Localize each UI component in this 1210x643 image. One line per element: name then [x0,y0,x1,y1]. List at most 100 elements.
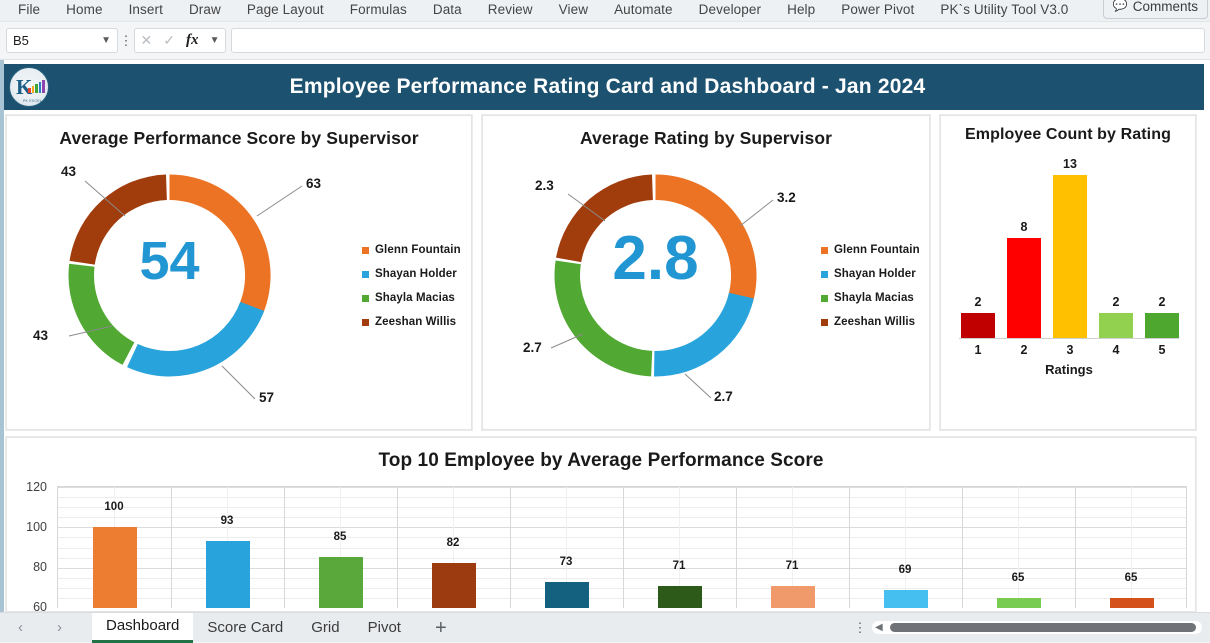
bar-value: 8 [1007,220,1041,234]
ribbon-tab-data[interactable]: Data [420,0,475,19]
ribbon-tab-view[interactable]: View [546,0,601,19]
top10-bar-2 [206,541,250,608]
bar-rect [961,313,995,338]
legend-item: Shayla Macias [821,292,920,304]
legend-swatch-icon [821,247,828,254]
ribbon-tab-bar: File Home Insert Draw Page Layout Formul… [0,0,1210,22]
donut1-label-shayan: 57 [259,390,274,405]
sheet-left-edge [0,60,4,612]
bar-rect [1053,175,1087,338]
add-sheet-button[interactable]: + [415,615,467,641]
comments-button[interactable]: 💬 Comments [1103,0,1208,19]
x-axis-label-ratings: Ratings [955,362,1183,377]
scrollbar-thumb[interactable] [890,623,1196,632]
legend-item: Shayan Holder [821,268,920,280]
legend-item: Shayla Macias [362,292,461,304]
sheet-nav-arrows: ‹ › [0,619,92,636]
chart-title-avg-rating: Average Rating by Supervisor [483,128,929,149]
triangle-left-icon[interactable]: ◀ [875,622,883,633]
ribbon-tab-automate[interactable]: Automate [601,0,686,19]
ribbon-tab-developer[interactable]: Developer [686,0,774,19]
top10-bar-9 [997,598,1041,608]
x-tick-5: 5 [1145,343,1179,357]
ribbon-tab-pk-utility-tool[interactable]: PK`s Utility Tool V3.0 [927,0,1081,19]
top10-value-3: 85 [318,531,362,543]
worksheet-canvas: K PK EXCEL Employee Performance Rating C… [0,60,1210,612]
x-tick-3: 3 [1053,343,1087,357]
top10-bar-1 [93,527,137,608]
horizontal-scrollbar[interactable]: ◀ [872,621,1202,634]
donut2-label-shayan: 2.7 [714,389,733,404]
chevron-down-icon[interactable]: ▼ [101,35,111,46]
chevron-left-icon[interactable]: ‹ [18,619,23,636]
panel-avg-performance-score: Average Performance Score by Supervisor … [6,115,472,430]
y-tick-80: 80 [7,560,47,574]
legend-avg-performance-score: Glenn Fountain Shayan Holder Shayla Maci… [362,244,461,340]
panel-avg-rating: Average Rating by Supervisor 2.8 [482,115,930,430]
donut2-label-glenn: 3.2 [777,190,796,205]
donut2-label-zeeshan: 2.3 [535,178,554,193]
vertical-dots-icon[interactable]: ⋮ [848,623,872,632]
ribbon-tab-file[interactable]: File [14,0,53,19]
legend-item: Shayan Holder [362,268,461,280]
top10-value-1: 100 [92,501,136,513]
top10-value-7: 71 [770,560,814,572]
ribbon-tab-page-layout[interactable]: Page Layout [234,0,337,19]
legend-swatch-icon [821,271,828,278]
top10-value-6: 71 [657,560,701,572]
formula-bar: B5 ▼ ⋮ ✕ ✓ fx ▼ [0,22,1210,60]
name-box[interactable]: B5 ▼ [6,28,118,53]
x-tick-4: 4 [1099,343,1133,357]
y-tick-100: 100 [7,520,47,534]
legend-swatch-icon [821,319,828,326]
ribbon-tab-draw[interactable]: Draw [176,0,234,19]
top10-value-8: 69 [883,564,927,576]
legend-item: Zeeshan Willis [821,316,920,328]
vertical-dots-icon[interactable]: ⋮ [118,36,134,45]
formula-action-group: ✕ ✓ fx ▼ [134,28,226,53]
donut1-label-shayla: 43 [33,328,48,343]
legend-swatch-icon [362,247,369,254]
top10-value-10: 65 [1109,572,1153,584]
insert-function-icon[interactable]: fx [186,32,199,49]
x-tick-2: 2 [1007,343,1041,357]
x-tick-1: 1 [961,343,995,357]
chevron-down-icon[interactable]: ▼ [210,35,220,46]
legend-swatch-icon [362,319,369,326]
ribbon-tab-help[interactable]: Help [774,0,828,19]
ribbon-tab-insert[interactable]: Insert [116,0,176,19]
panel-top10-employee: Top 10 Employee by Average Performance S… [6,437,1196,612]
ribbon-tab-formulas[interactable]: Formulas [337,0,420,19]
ribbon-tab-power-pivot[interactable]: Power Pivot [828,0,927,19]
legend-label: Zeeshan Willis [375,316,456,328]
y-tick-120: 120 [7,480,47,494]
bar-chart-top10 [57,486,1187,608]
top10-value-4: 82 [431,537,475,549]
enter-icon[interactable]: ✓ [163,32,175,49]
legend-label: Shayan Holder [834,268,916,280]
ribbon-tab-review[interactable]: Review [475,0,546,19]
chevron-right-icon[interactable]: › [57,619,62,636]
top10-bar-8 [884,590,928,608]
cancel-icon[interactable]: ✕ [141,32,153,49]
legend-avg-rating: Glenn Fountain Shayan Holder Shayla Maci… [821,244,920,340]
sheet-tab-grid[interactable]: Grid [297,614,353,642]
sheet-tab-bar: ‹ › Dashboard Score Card Grid Pivot + ⋮ … [0,612,1210,642]
top10-bar-10 [1110,598,1154,608]
bar-rect [1007,238,1041,338]
donut-avg-rating: 2.8 [538,158,773,393]
sheet-tab-pivot[interactable]: Pivot [354,614,415,642]
top10-bar-4 [432,563,476,608]
legend-swatch-icon [821,295,828,302]
name-box-value: B5 [13,33,29,48]
donut2-label-shayla: 2.7 [523,340,542,355]
bar-value: 2 [1145,295,1179,309]
legend-label: Zeeshan Willis [834,316,915,328]
panel-employee-count-by-rating: Employee Count by Rating 2 8 13 2 2 [940,115,1196,430]
donut1-label-glenn: 63 [306,176,321,191]
legend-label: Glenn Fountain [375,244,461,256]
formula-input[interactable] [231,28,1205,53]
sheet-tab-score-card[interactable]: Score Card [193,614,297,642]
ribbon-tab-home[interactable]: Home [53,0,115,19]
sheet-tab-dashboard[interactable]: Dashboard [92,613,193,643]
